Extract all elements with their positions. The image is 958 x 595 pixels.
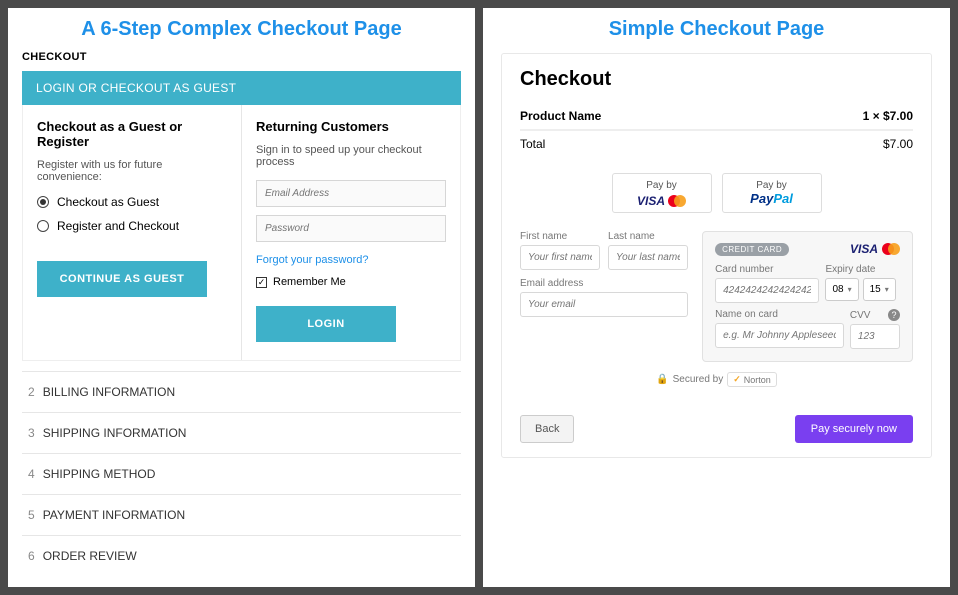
payment-method-options: Pay by VISA Pay by PayPal bbox=[520, 173, 913, 213]
right-title: Simple Checkout Page bbox=[483, 8, 950, 47]
order-total: Total $7.00 bbox=[520, 130, 913, 157]
radio-icon bbox=[37, 220, 49, 232]
credit-card-box: CREDIT CARD VISA Card number bbox=[702, 231, 913, 362]
help-icon[interactable]: ? bbox=[888, 309, 900, 321]
radio-icon bbox=[37, 196, 49, 208]
checkout-card: Checkout Product Name 1 × $7.00 Total $7… bbox=[501, 53, 932, 458]
secured-by-label: Secured by bbox=[673, 374, 724, 385]
returning-heading: Returning Customers bbox=[256, 119, 446, 134]
step-3-header[interactable]: 3SHIPPING INFORMATION bbox=[22, 412, 461, 453]
returning-column: Returning Customers Sign in to speed up … bbox=[241, 105, 460, 360]
continue-as-guest-button[interactable]: CONTINUE AS GUEST bbox=[37, 261, 207, 297]
first-name-label: First name bbox=[520, 231, 600, 242]
email-input-right[interactable] bbox=[520, 292, 688, 317]
breadcrumb: CHECKOUT bbox=[22, 47, 461, 71]
mastercard-icon bbox=[882, 243, 900, 255]
radio-label: Checkout as Guest bbox=[57, 195, 159, 209]
card-number-label: Card number bbox=[715, 264, 819, 275]
step-2-header[interactable]: 2BILLING INFORMATION bbox=[22, 371, 461, 412]
step-1-header[interactable]: LOGIN OR CHECKOUT AS GUEST bbox=[22, 71, 461, 105]
lock-icon: 🔒 bbox=[656, 374, 668, 385]
expiry-label: Expiry date bbox=[825, 264, 900, 275]
left-title: A 6-Step Complex Checkout Page bbox=[8, 8, 475, 47]
back-button[interactable]: Back bbox=[520, 415, 574, 443]
checkbox-label: Remember Me bbox=[273, 276, 346, 288]
email-label: Email address bbox=[520, 278, 688, 289]
expiry-month-select[interactable]: 08▾ bbox=[825, 278, 858, 301]
radio-label: Register and Checkout bbox=[57, 219, 179, 233]
last-name-label: Last name bbox=[608, 231, 688, 242]
total-label: Total bbox=[520, 137, 545, 151]
mastercard-icon bbox=[668, 195, 686, 207]
pay-by-label: Pay by bbox=[727, 180, 817, 191]
checkout-form: First name Last name Email address bbox=[520, 231, 913, 362]
product-name: Product Name bbox=[520, 109, 601, 123]
expiry-year-select[interactable]: 15▾ bbox=[863, 278, 896, 301]
action-bar: Back Pay securely now bbox=[502, 405, 931, 457]
secured-by-row: 🔒 Secured by ✓Norton bbox=[520, 372, 913, 387]
step-6-header[interactable]: 6ORDER REVIEW bbox=[22, 535, 461, 576]
visa-icon: VISA bbox=[637, 194, 665, 208]
remember-me-checkbox[interactable]: ✓ Remember Me bbox=[256, 276, 446, 288]
checkout-heading: Checkout bbox=[520, 68, 913, 91]
norton-badge: ✓Norton bbox=[727, 372, 777, 387]
step-5-header[interactable]: 5PAYMENT INFORMATION bbox=[22, 494, 461, 535]
password-input[interactable] bbox=[256, 215, 446, 242]
name-on-card-input[interactable] bbox=[715, 323, 844, 348]
email-input[interactable] bbox=[256, 180, 446, 207]
step-1-body: Checkout as a Guest or Register Register… bbox=[22, 105, 461, 361]
radio-checkout-guest[interactable]: Checkout as Guest bbox=[37, 195, 227, 209]
cvv-input[interactable] bbox=[850, 324, 900, 349]
chevron-down-icon: ▾ bbox=[885, 285, 889, 294]
name-on-card-label: Name on card bbox=[715, 309, 844, 320]
order-line: Product Name 1 × $7.00 bbox=[520, 103, 913, 130]
returning-subtext: Sign in to speed up your checkout proces… bbox=[256, 144, 446, 168]
check-icon: ✓ bbox=[733, 374, 741, 385]
visa-icon: VISA bbox=[850, 242, 878, 256]
paypal-icon: PayPal bbox=[727, 191, 817, 206]
card-number-input[interactable] bbox=[715, 278, 819, 303]
forgot-password-link[interactable]: Forgot your password? bbox=[256, 254, 369, 266]
guest-heading: Checkout as a Guest or Register bbox=[37, 119, 227, 149]
first-name-input[interactable] bbox=[520, 245, 600, 270]
total-value: $7.00 bbox=[883, 137, 913, 151]
complex-checkout-panel: A 6-Step Complex Checkout Page CHECKOUT … bbox=[8, 8, 475, 587]
pay-securely-button[interactable]: Pay securely now bbox=[795, 415, 913, 443]
credit-card-badge: CREDIT CARD bbox=[715, 243, 789, 256]
radio-register-checkout[interactable]: Register and Checkout bbox=[37, 219, 227, 233]
login-button[interactable]: LOGIN bbox=[256, 306, 396, 342]
last-name-input[interactable] bbox=[608, 245, 688, 270]
cvv-label: CVV? bbox=[850, 309, 900, 321]
chevron-down-icon: ▾ bbox=[848, 285, 852, 294]
checkbox-icon: ✓ bbox=[256, 277, 267, 288]
guest-column: Checkout as a Guest or Register Register… bbox=[23, 105, 241, 360]
guest-subtext: Register with us for future convenience: bbox=[37, 159, 227, 183]
pay-by-card-option[interactable]: Pay by VISA bbox=[612, 173, 712, 213]
pay-by-paypal-option[interactable]: Pay by PayPal bbox=[722, 173, 822, 213]
step-4-header[interactable]: 4SHIPPING METHOD bbox=[22, 453, 461, 494]
simple-checkout-panel: Simple Checkout Page Checkout Product Na… bbox=[483, 8, 950, 587]
pay-by-label: Pay by bbox=[617, 180, 707, 191]
product-qty-price: 1 × $7.00 bbox=[863, 109, 913, 123]
